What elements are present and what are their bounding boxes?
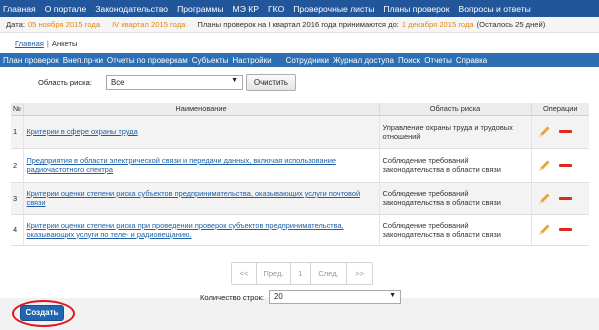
risk-area-selected: Все — [111, 78, 125, 87]
info-bar: Дата: 05 ноября 2015 года IV квартал 201… — [0, 17, 599, 33]
table-row: 1 Критерии в сфере охраны труда Управлен… — [11, 115, 589, 149]
delete-minus-icon[interactable] — [558, 130, 572, 133]
clear-button[interactable]: Очистить — [246, 74, 296, 91]
row-risk-area: Соблюдение требований законодательства в… — [379, 148, 532, 183]
row-num: 4 — [11, 214, 24, 246]
row-num: 1 — [11, 115, 24, 149]
highlight-ring — [12, 300, 75, 327]
delete-minus-icon[interactable] — [558, 163, 572, 167]
sub-nav-unscheduled[interactable]: Внеп.пр-ки — [63, 56, 107, 65]
pager-next[interactable]: След. — [311, 263, 347, 284]
row-name-link[interactable]: Критерии оценки степени риска при провед… — [27, 221, 344, 239]
top-nav-checklists[interactable]: Проверочные листы — [293, 4, 374, 14]
rows-per-page: Количество строк: 20 ▼ — [0, 290, 599, 304]
edit-pencil-icon[interactable] — [538, 223, 551, 236]
top-nav-inspection-plans[interactable]: Планы проверок — [383, 4, 449, 14]
sub-nav-plan[interactable]: План проверок — [3, 56, 63, 65]
remaining-days: (Осталось 25 дней) — [476, 20, 546, 29]
header-name: Наименование — [23, 103, 380, 116]
pagination: << Пред. 1 След. >> — [231, 262, 373, 285]
table-row: 2 Предприятия в области электрической св… — [11, 148, 589, 183]
delete-minus-icon[interactable] — [558, 196, 572, 200]
dropdown-arrow-icon: ▼ — [231, 77, 238, 84]
sub-nav-employees[interactable]: Сотрудники — [286, 56, 333, 65]
edit-pencil-icon[interactable] — [538, 192, 551, 205]
edit-pencil-icon[interactable] — [538, 125, 551, 138]
pager-page[interactable]: 1 — [291, 263, 311, 284]
sub-nav-settings[interactable]: Настройки — [232, 56, 275, 65]
rows-per-page-select[interactable]: 20 ▼ — [269, 290, 401, 304]
breadcrumb: Главная | Анкеты — [15, 39, 77, 48]
pager-last[interactable]: >> — [347, 263, 372, 284]
top-nav-me-kr[interactable]: МЭ КР — [233, 4, 259, 14]
row-name-link[interactable]: Критерии в сфере охраны труда — [27, 127, 138, 136]
top-nav-programs[interactable]: Программы — [177, 4, 223, 14]
top-nav-home[interactable]: Главная — [3, 4, 36, 14]
row-name-link[interactable]: Критерии оценки степени риска субъектов … — [27, 189, 361, 207]
row-num: 3 — [11, 182, 24, 215]
pager-prev[interactable]: Пред. — [257, 263, 291, 284]
deadline-value: 1 декабря 2015 года — [401, 20, 474, 29]
sub-nav-search[interactable]: Поиск — [398, 56, 424, 65]
sub-nav: План проверок Внеп.пр-ки Отчеты по прове… — [0, 53, 599, 67]
top-nav-legislation[interactable]: Законодательство — [95, 4, 168, 14]
top-nav-faq[interactable]: Вопросы и ответы — [458, 4, 530, 14]
breadcrumb-separator: | — [46, 39, 49, 48]
breadcrumb-home[interactable]: Главная — [15, 39, 44, 48]
header-num: № — [11, 103, 24, 116]
top-nav: Главная О портале Законодательство Прогр… — [0, 0, 599, 17]
date-label: Дата: — [6, 20, 25, 29]
row-risk-area: Соблюдение требований законодательства в… — [379, 214, 532, 246]
sub-nav-help[interactable]: Справка — [456, 56, 491, 65]
row-risk-area: Соблюдение требований законодательства в… — [379, 182, 532, 215]
sub-nav-inspection-reports[interactable]: Отчеты по проверкам — [107, 56, 192, 65]
top-nav-gko[interactable]: ГКО — [268, 4, 284, 14]
row-risk-area: Управление охраны труда и трудовых отнош… — [379, 115, 532, 149]
rows-per-page-selected: 20 — [274, 292, 283, 301]
sub-nav-reports[interactable]: Отчеты — [424, 56, 456, 65]
table-row: 3 Критерии оценки степени риска субъекто… — [11, 182, 589, 215]
rows-per-page-label: Количество строк: — [200, 293, 265, 302]
row-name-link[interactable]: Предприятия в области электрической связ… — [27, 156, 336, 174]
risk-area-select[interactable]: Все ▼ — [106, 75, 243, 90]
header-risk-area: Область риска — [379, 103, 532, 116]
table-row: 4 Критерии оценки степени риска при пров… — [11, 214, 589, 246]
risk-area-label: Область риска: — [38, 78, 92, 87]
risk-filter: Область риска: Все ▼ Очистить — [0, 72, 599, 94]
top-nav-about[interactable]: О портале — [45, 4, 87, 14]
row-num: 2 — [11, 148, 24, 183]
date-value: 05 ноября 2015 года — [27, 20, 101, 29]
sub-nav-access-log[interactable]: Журнал доступа — [333, 56, 398, 65]
edit-pencil-icon[interactable] — [538, 159, 551, 172]
quarter-value: IV квартал 2015 года — [112, 20, 186, 29]
breadcrumb-current: Анкеты — [51, 39, 78, 48]
sub-nav-subjects[interactable]: Субъекты — [192, 56, 233, 65]
dropdown-arrow-icon: ▼ — [389, 292, 396, 299]
pager-first[interactable]: << — [232, 263, 257, 284]
plans-deadline-text: Планы проверок на I квартал 2016 года пр… — [197, 20, 399, 29]
delete-minus-icon[interactable] — [558, 228, 572, 231]
header-operations: Операции — [531, 103, 589, 116]
questionnaire-table: № Наименование Область риска Операции 1 … — [11, 103, 589, 246]
